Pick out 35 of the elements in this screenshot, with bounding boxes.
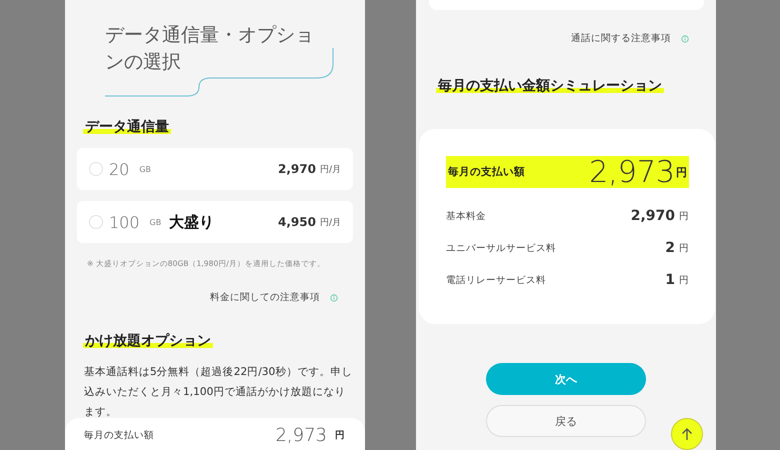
total-amount: 2,973: [589, 154, 675, 190]
plan-unit: GB: [150, 218, 162, 226]
option-description: 基本通話料は5分無料（超過後22円/30秒）です。申し込みいただくと月々1,100円で通話がかけ放題になります。: [84, 365, 354, 420]
currency-unit: 円: [679, 210, 689, 222]
page-title: データ通信量・オプションの選択: [105, 23, 314, 75]
plan-option[interactable]: 20 GB 2,970 円/月: [77, 148, 353, 190]
total-label: 毎月の支払い額: [84, 428, 154, 442]
back-button[interactable]: 戻る: [486, 405, 646, 437]
currency-unit: 円: [679, 242, 689, 254]
info-icon: [330, 294, 338, 302]
currency-unit: 円: [335, 428, 345, 442]
fee-label: ユニバーサルサービス料: [446, 242, 556, 254]
fee-amount: 1: [665, 272, 675, 288]
radio-button[interactable]: [89, 215, 103, 229]
plan-price: 2,970: [278, 162, 316, 176]
info-icon: [681, 34, 689, 42]
price-unit: 円/月: [320, 164, 341, 176]
fee-label: 電話リレーサービス料: [446, 274, 546, 286]
plan-amount: 100: [109, 212, 140, 232]
currency-unit: 円: [676, 164, 687, 180]
fee-amount: 2,970: [630, 208, 675, 224]
bonus-label: 大盛り: [169, 212, 214, 232]
plan-amount: 20: [109, 160, 130, 178]
total-amount: 2,973: [275, 424, 327, 446]
fee-label: 基本料金: [446, 210, 486, 222]
plan-option[interactable]: 100 GB 大盛り 4,950 円/月: [77, 201, 353, 243]
plan-price: 4,950: [278, 215, 316, 229]
total-label: 毎月の支払い額: [448, 165, 525, 179]
notice-link[interactable]: 料金に関しての注意事項: [210, 291, 320, 304]
plan-unit: GB: [139, 164, 152, 174]
notice-link[interactable]: 通話に関する注意事項: [571, 32, 671, 45]
fee-amount: 2: [665, 240, 675, 256]
currency-unit: 円: [679, 274, 689, 286]
price-unit: 円/月: [320, 216, 341, 228]
radio-button[interactable]: [89, 162, 103, 176]
